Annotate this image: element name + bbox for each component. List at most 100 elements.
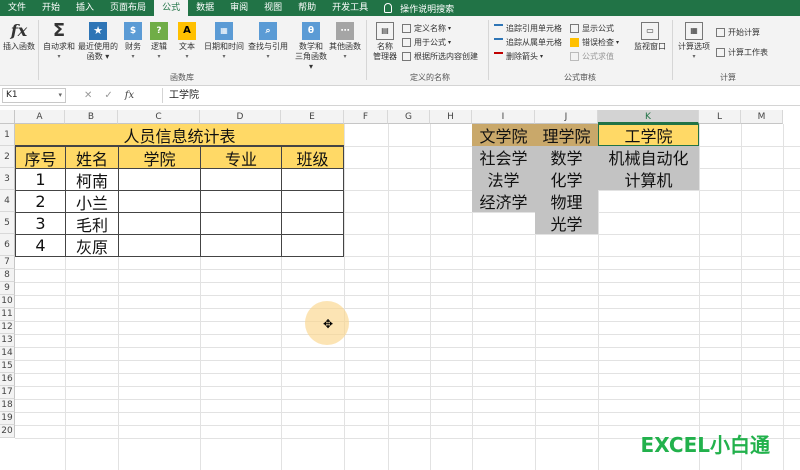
major-cell[interactable]: 光学 <box>535 212 598 234</box>
major-cell[interactable]: 经济学 <box>472 190 535 212</box>
menu-developer[interactable]: 开发工具 <box>324 0 376 16</box>
row-header-18[interactable]: 18 <box>0 399 15 412</box>
financial-button[interactable]: $ 财务 ▾ <box>122 22 144 62</box>
row-header-4[interactable]: 4 <box>0 190 15 212</box>
column-header-e[interactable]: E <box>281 110 344 124</box>
column-header-h[interactable]: H <box>430 110 472 124</box>
row-header-6[interactable]: 6 <box>0 234 15 256</box>
text-button[interactable]: A 文本 ▾ <box>176 22 198 62</box>
table-cell[interactable]: 柯南 <box>65 168 119 191</box>
major-cell[interactable]: 化学 <box>535 168 598 190</box>
more-functions-button[interactable]: ⋯ 其他函数 ▾ <box>328 22 362 62</box>
cancel-icon[interactable]: ✕ <box>84 90 92 101</box>
table-cell[interactable] <box>281 234 344 257</box>
table-cell[interactable] <box>200 190 282 213</box>
table-cell[interactable] <box>118 234 201 257</box>
name-box[interactable]: K1 ▾ <box>2 88 66 103</box>
row-header-12[interactable]: 12 <box>0 321 15 334</box>
table-cell[interactable] <box>200 168 282 191</box>
row-header-11[interactable]: 11 <box>0 308 15 321</box>
menu-view[interactable]: 视图 <box>256 0 290 16</box>
autosum-button[interactable]: Σ 自动求和 ▾ <box>42 22 76 62</box>
column-header-l[interactable]: L <box>699 110 741 124</box>
table-cell[interactable]: 4 <box>15 234 66 257</box>
major-cell[interactable]: 物理 <box>535 190 598 212</box>
header-cell-college[interactable]: 学院 <box>118 146 201 169</box>
row-header-2[interactable]: 2 <box>0 146 15 168</box>
row-header-3[interactable]: 3 <box>0 168 15 190</box>
recent-functions-button[interactable]: ★ 最近使用的 函数 ▾ <box>76 22 120 62</box>
trace-precedents-button[interactable]: 追踪引用单元格 <box>494 22 562 34</box>
major-cell[interactable]: 法学 <box>472 168 535 190</box>
menu-insert[interactable]: 插入 <box>68 0 102 16</box>
table-cell[interactable] <box>200 234 282 257</box>
datetime-button[interactable]: ▦ 日期和时间 ▾ <box>202 22 246 62</box>
column-header-f[interactable]: F <box>344 110 388 124</box>
row-header-10[interactable]: 10 <box>0 295 15 308</box>
column-header-g[interactable]: G <box>388 110 430 124</box>
column-header-i[interactable]: I <box>472 110 535 124</box>
table-cell[interactable] <box>118 212 201 235</box>
table-cell[interactable]: 小兰 <box>65 190 119 213</box>
header-cell-seq[interactable]: 序号 <box>15 146 66 169</box>
table-title-cell[interactable]: 人员信息统计表 <box>15 124 344 146</box>
menu-home[interactable]: 开始 <box>34 0 68 16</box>
menu-data[interactable]: 数据 <box>188 0 222 16</box>
college-cell-science[interactable]: 理学院 <box>535 124 598 146</box>
evaluate-formula-button[interactable]: 公式求值 <box>570 50 614 62</box>
row-header-8[interactable]: 8 <box>0 269 15 282</box>
row-header-7[interactable]: 7 <box>0 256 15 269</box>
table-cell[interactable] <box>281 190 344 213</box>
row-header-13[interactable]: 13 <box>0 334 15 347</box>
confirm-icon[interactable]: ✓ <box>104 90 112 101</box>
insert-function-button[interactable]: fx 插入函数 <box>2 22 36 52</box>
header-cell-name[interactable]: 姓名 <box>65 146 119 169</box>
header-cell-class[interactable]: 班级 <box>281 146 344 169</box>
calculate-sheet-button[interactable]: 计算工作表 <box>716 46 768 58</box>
error-checking-button[interactable]: 错误检查 ▾ <box>570 36 619 48</box>
show-formulas-button[interactable]: 显示公式 <box>570 22 614 34</box>
table-cell[interactable]: 3 <box>15 212 66 235</box>
menu-review[interactable]: 审阅 <box>222 0 256 16</box>
header-cell-major[interactable]: 专业 <box>200 146 282 169</box>
table-cell[interactable] <box>118 190 201 213</box>
table-cell[interactable]: 毛利 <box>65 212 119 235</box>
use-in-formula-button[interactable]: 用于公式 ▾ <box>402 36 451 48</box>
logical-button[interactable]: ? 逻辑 ▾ <box>148 22 170 62</box>
row-header-16[interactable]: 16 <box>0 373 15 386</box>
major-cell[interactable]: 机械自动化 <box>598 146 699 168</box>
college-cell-engineering-selected[interactable]: 工学院 <box>598 124 699 146</box>
row-header-15[interactable]: 15 <box>0 360 15 373</box>
row-header-5[interactable]: 5 <box>0 212 15 234</box>
row-header-1[interactable]: 1 <box>0 124 15 146</box>
table-cell[interactable] <box>118 168 201 191</box>
name-manager-button[interactable]: ▤ 名称 管理器 <box>370 22 400 62</box>
watch-window-button[interactable]: ▭ 监视窗口 <box>632 22 668 52</box>
math-trig-button[interactable]: θ 数学和 三角函数 ▾ <box>292 22 330 72</box>
remove-arrows-button[interactable]: 删除箭头 ▾ <box>494 50 543 62</box>
column-header-m[interactable]: M <box>741 110 783 124</box>
column-header-b[interactable]: B <box>65 110 118 124</box>
menu-page-layout[interactable]: 页面布局 <box>102 0 154 16</box>
formula-input[interactable]: 工学院 <box>162 88 798 103</box>
table-cell[interactable] <box>281 168 344 191</box>
create-from-selection-button[interactable]: 根据所选内容创建 <box>402 50 478 62</box>
column-header-j[interactable]: J <box>535 110 598 124</box>
select-all-corner[interactable] <box>0 110 15 124</box>
tell-me-search[interactable]: 操作说明搜索 <box>384 2 454 15</box>
major-cell[interactable]: 数学 <box>535 146 598 168</box>
row-header-9[interactable]: 9 <box>0 282 15 295</box>
fx-button[interactable]: fx <box>125 90 134 101</box>
calculation-options-button[interactable]: ▦ 计算选项 ▾ <box>676 22 712 62</box>
define-name-button[interactable]: 定义名称 ▾ <box>402 22 451 34</box>
menu-help[interactable]: 帮助 <box>290 0 324 16</box>
row-header-14[interactable]: 14 <box>0 347 15 360</box>
row-header-17[interactable]: 17 <box>0 386 15 399</box>
lookup-button[interactable]: ⌕ 查找与引用 ▾ <box>246 22 290 62</box>
column-header-k[interactable]: K <box>598 110 699 124</box>
table-cell[interactable]: 2 <box>15 190 66 213</box>
college-cell-liberal-arts[interactable]: 文学院 <box>472 124 535 146</box>
major-cell[interactable]: 计算机 <box>598 168 699 190</box>
calculate-now-button[interactable]: 开始计算 <box>716 26 760 38</box>
trace-dependents-button[interactable]: 追踪从属单元格 <box>494 36 562 48</box>
